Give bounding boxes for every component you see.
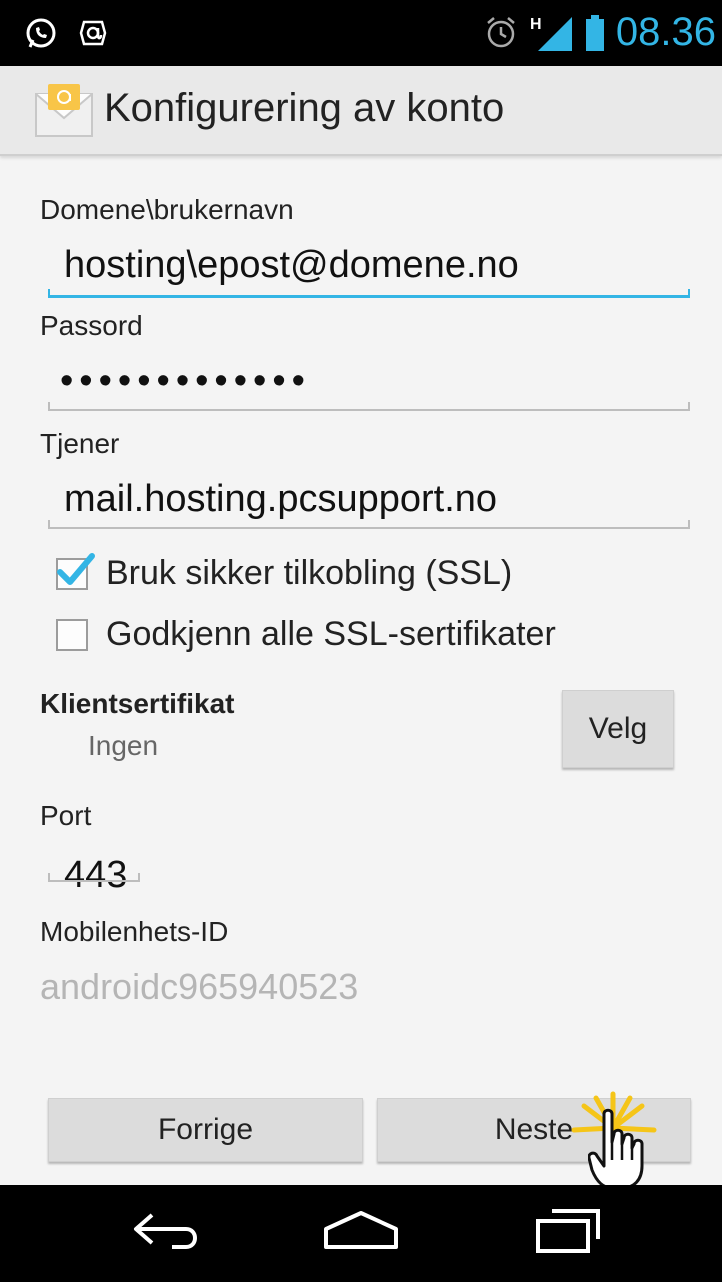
choose-cert-button[interactable]: Velg xyxy=(562,690,674,768)
domain-username-underline xyxy=(48,289,690,298)
checkmark-icon xyxy=(57,553,95,585)
navigation-bar xyxy=(0,1185,722,1282)
accept-all-certs-label: Godkjenn alle SSL-sertifikater xyxy=(106,615,556,653)
email-envelope-icon xyxy=(35,84,93,137)
server-input[interactable]: mail.hosting.pcsupport.no xyxy=(64,478,497,521)
battery-icon xyxy=(585,14,604,51)
previous-button-label: Forrige xyxy=(157,1113,254,1146)
password-underline xyxy=(48,402,690,411)
choose-cert-button-label: Velg xyxy=(588,712,648,745)
next-button-label: Neste xyxy=(494,1113,574,1146)
device-id-value: androidc965940523 xyxy=(40,966,359,1007)
domain-username-label: Domene\brukernavn xyxy=(40,194,294,225)
password-label: Passord xyxy=(40,310,143,341)
home-icon[interactable] xyxy=(316,1207,406,1257)
ssl-checkbox[interactable] xyxy=(56,553,95,590)
hand-pointer-icon xyxy=(588,1108,644,1190)
previous-button[interactable]: Forrige xyxy=(48,1098,363,1162)
domain-username-input[interactable]: hosting\epost@domene.no xyxy=(64,244,519,287)
server-underline xyxy=(48,520,690,529)
system-icons: H 08.36 xyxy=(484,10,716,55)
accept-all-certs-checkbox[interactable] xyxy=(56,619,88,651)
recent-apps-icon[interactable] xyxy=(528,1205,608,1257)
device-id-label: Mobilenhets-ID xyxy=(40,916,229,947)
notification-icons xyxy=(24,16,110,50)
clock: 08.36 xyxy=(615,10,716,54)
server-label: Tjener xyxy=(40,428,120,459)
whatsapp-icon xyxy=(26,18,56,48)
port-label: Port xyxy=(40,800,92,831)
ssl-checkbox-label: Bruk sikker tilkobling (SSL) xyxy=(106,554,513,592)
signal-icon: H xyxy=(530,16,572,51)
action-bar: Konfigurering av konto xyxy=(0,66,722,156)
port-underline xyxy=(48,873,140,882)
at-sign-icon xyxy=(79,20,107,46)
svg-text:H: H xyxy=(530,16,542,33)
back-icon[interactable] xyxy=(128,1207,208,1257)
screen-title: Konfigurering av konto xyxy=(104,86,505,130)
client-cert-value: Ingen xyxy=(88,730,159,761)
client-cert-label: Klientsertifikat xyxy=(40,688,235,719)
status-bar: H 08.36 xyxy=(0,0,722,66)
alarm-icon xyxy=(487,16,515,47)
password-input[interactable]: ••••••••••••• xyxy=(60,360,311,403)
